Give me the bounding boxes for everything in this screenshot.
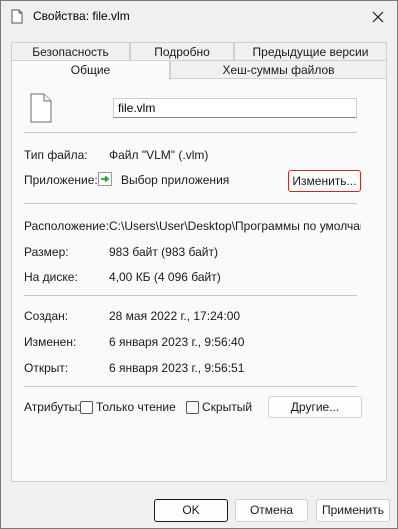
modified-label: Изменен:	[24, 335, 77, 349]
hidden-label[interactable]: Скрытый	[202, 400, 252, 414]
file-type-label: Тип файла:	[24, 148, 88, 162]
ok-button[interactable]: OK	[154, 499, 228, 522]
change-app-button-label: Изменить...	[292, 174, 357, 188]
filename-input[interactable]	[113, 98, 357, 118]
readonly-checkbox[interactable]	[80, 401, 93, 414]
size-label: Размер:	[24, 245, 69, 259]
ok-button-label: OK	[182, 503, 200, 517]
attributes-label: Атрибуты:	[24, 400, 81, 414]
tab-security-label: Безопасность	[32, 45, 109, 59]
disk-size-value: 4,00 КБ (4 096 байт)	[109, 270, 221, 284]
separator	[24, 203, 357, 204]
accessed-label: Открыт:	[24, 361, 69, 375]
app-value: Выбор приложения	[121, 173, 230, 187]
apply-button[interactable]: Применить	[316, 499, 390, 522]
change-app-button[interactable]: Изменить...	[288, 170, 361, 192]
tab-general-label: Общие	[70, 63, 111, 77]
tab-row-back: Безопасность Подробно Предыдущие версии	[11, 42, 387, 61]
choose-app-icon	[98, 172, 112, 186]
other-attributes-button[interactable]: Другие...	[268, 396, 362, 418]
cancel-button-label: Отмена	[249, 503, 294, 517]
disk-size-label: На диске:	[24, 270, 78, 284]
tab-details-label: Подробно	[154, 45, 210, 59]
tab-security[interactable]: Безопасность	[11, 42, 130, 60]
tab-row-front: Общие Хеш-суммы файлов	[11, 60, 387, 80]
tab-general[interactable]: Общие	[11, 60, 170, 80]
accessed-value: 6 января 2023 г., 9:56:51	[109, 361, 245, 375]
window-title: Свойства: file.vlm	[33, 9, 130, 23]
separator	[24, 295, 357, 296]
close-icon[interactable]	[367, 6, 389, 28]
other-attributes-button-label: Другие...	[290, 400, 340, 414]
app-label: Приложение:	[24, 173, 98, 187]
file-icon	[11, 9, 23, 24]
created-value: 28 мая 2022 г., 17:24:00	[109, 309, 241, 323]
tab-file-hashes[interactable]: Хеш-суммы файлов	[170, 60, 387, 78]
tab-previous-versions-label: Предыдущие версии	[252, 45, 369, 59]
location-value: C:\Users\User\Desktop\Программы по умолч…	[109, 219, 361, 233]
tab-file-hashes-label: Хеш-суммы файлов	[222, 63, 335, 77]
size-value: 983 байт (983 байт)	[109, 245, 218, 259]
modified-value: 6 января 2023 г., 9:56:40	[109, 335, 245, 349]
file-type-icon	[30, 93, 52, 123]
file-type-value: Файл "VLM" (.vlm)	[109, 148, 209, 162]
properties-dialog: Свойства: file.vlm Безопасность Подробно…	[0, 0, 398, 529]
title-bar: Свойства: file.vlm	[1, 1, 397, 33]
separator	[24, 386, 357, 387]
cancel-button[interactable]: Отмена	[235, 499, 308, 522]
readonly-label[interactable]: Только чтение	[96, 400, 176, 414]
hidden-checkbox[interactable]	[186, 401, 199, 414]
tab-details[interactable]: Подробно	[130, 42, 234, 60]
created-label: Создан:	[24, 309, 69, 323]
general-tab-panel: Тип файла: Файл "VLM" (.vlm) Приложение:…	[11, 78, 387, 482]
tab-previous-versions[interactable]: Предыдущие версии	[234, 42, 387, 60]
location-label: Расположение:	[24, 219, 109, 233]
apply-button-label: Применить	[321, 503, 384, 517]
separator	[24, 132, 357, 133]
